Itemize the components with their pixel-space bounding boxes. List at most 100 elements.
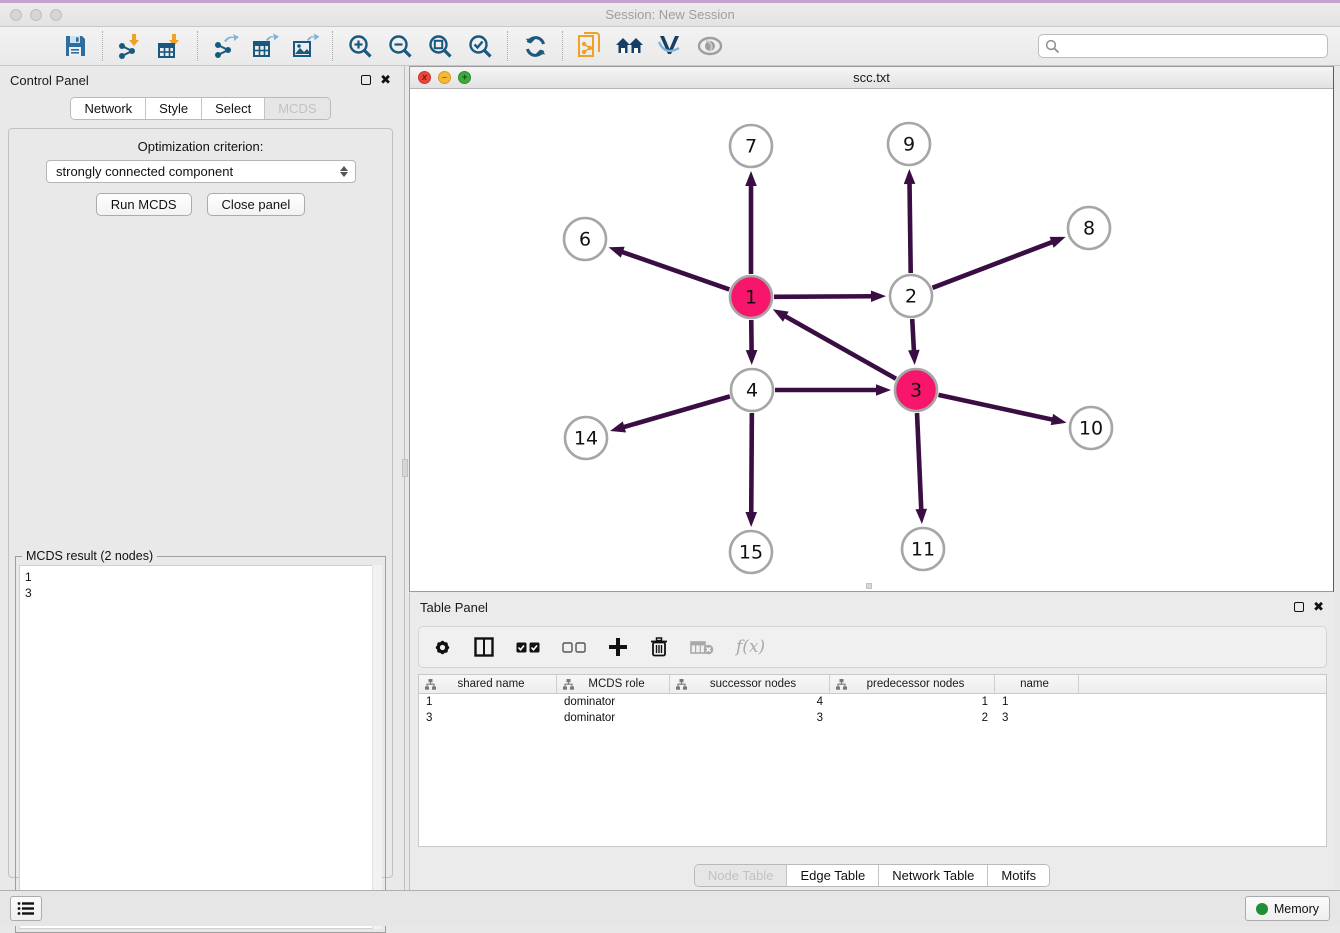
table-panel-title: Table Panel — [420, 600, 488, 615]
edge-arrowhead — [745, 512, 757, 527]
table-row[interactable]: 1dominator411 — [419, 694, 1326, 710]
canvas-resize-handle[interactable] — [866, 583, 872, 589]
edge-2-9[interactable] — [910, 182, 911, 273]
tab-mcds[interactable]: MCDS — [265, 98, 329, 119]
float-panel-icon[interactable] — [361, 75, 371, 85]
import-network-button[interactable] — [113, 30, 147, 62]
select-all-button[interactable] — [516, 642, 540, 653]
node-label-1: 1 — [745, 287, 757, 309]
column-header-MCDS-role[interactable]: MCDS role — [557, 675, 670, 693]
column-header-successor-nodes[interactable]: successor nodes — [670, 675, 830, 693]
edge-1-2[interactable] — [774, 296, 873, 297]
import-network-icon — [117, 33, 143, 59]
edge-4-14[interactable] — [623, 396, 730, 427]
criterion-select[interactable]: strongly connected component — [46, 160, 356, 183]
list-icon — [17, 901, 35, 916]
run-mcds-button[interactable]: Run MCDS — [96, 193, 192, 216]
zoom-out-button[interactable] — [383, 30, 417, 62]
edge-arrowhead — [871, 290, 886, 302]
zoom-in-button[interactable] — [343, 30, 377, 62]
search-input[interactable] — [1038, 34, 1328, 58]
column-label: shared name — [436, 678, 556, 690]
tab-motifs[interactable]: Motifs — [988, 865, 1049, 886]
table-cell[interactable]: 3 — [995, 712, 1079, 724]
close-table-panel-icon[interactable]: ✖ — [1313, 602, 1324, 612]
edge-arrowhead — [746, 350, 758, 365]
divider-handle[interactable] — [402, 459, 408, 477]
apply-layout-button[interactable] — [518, 30, 552, 62]
result-scrollbar[interactable] — [372, 565, 382, 929]
tab-style[interactable]: Style — [146, 98, 202, 119]
memory-label: Memory — [1274, 902, 1319, 916]
close-panel-button[interactable]: Close panel — [207, 193, 306, 216]
network-window-title: scc.txt — [410, 70, 1333, 85]
table-cell[interactable]: 1 — [419, 696, 557, 708]
table-cell[interactable]: 3 — [670, 712, 830, 724]
column-header-shared-name[interactable]: shared name — [419, 675, 557, 693]
tab-edge-table[interactable]: Edge Table — [787, 865, 879, 886]
edge-3-11[interactable] — [917, 413, 921, 511]
deselect-all-button[interactable] — [562, 642, 586, 653]
node-label-14: 14 — [574, 428, 598, 450]
mcds-result-title: MCDS result (2 nodes) — [22, 549, 157, 563]
mcds-result-text[interactable]: 1 3 — [19, 565, 382, 929]
network-document-button[interactable] — [573, 30, 607, 62]
function-builder-button[interactable]: f(x) — [736, 637, 765, 657]
edge-3-10[interactable] — [938, 395, 1053, 420]
edge-2-8[interactable] — [932, 242, 1053, 288]
zoom-in-icon — [348, 34, 373, 59]
table-cell[interactable]: 4 — [670, 696, 830, 708]
network-graph[interactable]: 7968124314101511 — [410, 89, 1333, 591]
hide-graphics-button[interactable] — [693, 30, 727, 62]
delete-table-button[interactable] — [690, 640, 714, 655]
plus-icon — [608, 637, 628, 657]
export-image-button[interactable] — [288, 30, 322, 62]
tab-network-table[interactable]: Network Table — [879, 865, 988, 886]
save-floppy-icon — [63, 34, 87, 58]
tab-select[interactable]: Select — [202, 98, 265, 119]
zoom-fit-button[interactable] — [423, 30, 457, 62]
table-cell[interactable]: 2 — [830, 712, 995, 724]
table-row[interactable]: 3dominator323 — [419, 710, 1326, 726]
table-cell[interactable]: 3 — [419, 712, 557, 724]
column-layout-button[interactable] — [474, 637, 494, 657]
tab-node-table[interactable]: Node Table — [695, 865, 788, 886]
panel-divider[interactable] — [401, 66, 409, 890]
table-settings-button[interactable] — [433, 638, 452, 657]
network-canvas[interactable]: 7968124314101511 — [410, 89, 1333, 591]
hierarchy-icon — [676, 679, 687, 690]
edge-3-1[interactable] — [784, 316, 896, 379]
close-panel-icon[interactable]: ✖ — [380, 75, 391, 85]
open-session-button[interactable] — [18, 30, 52, 62]
edge-arrowhead — [904, 169, 916, 184]
node-table[interactable]: shared nameMCDS rolesuccessor nodesprede… — [418, 674, 1327, 847]
columns-icon — [474, 637, 494, 657]
add-column-button[interactable] — [608, 637, 628, 657]
save-session-button[interactable] — [58, 30, 92, 62]
cyndex-button[interactable] — [653, 30, 687, 62]
float-table-panel-icon[interactable] — [1294, 602, 1304, 612]
column-header-name[interactable]: name — [995, 675, 1079, 693]
delete-column-button[interactable] — [650, 637, 668, 657]
app-title: Session: New Session — [0, 7, 1340, 22]
export-network-button[interactable] — [208, 30, 242, 62]
memory-button[interactable]: Memory — [1245, 896, 1330, 921]
table-cell[interactable]: dominator — [557, 696, 670, 708]
zoom-selected-button[interactable] — [463, 30, 497, 62]
export-table-button[interactable] — [248, 30, 282, 62]
zoom-fit-icon — [428, 34, 453, 59]
table-header-row: shared nameMCDS rolesuccessor nodesprede… — [419, 675, 1326, 694]
node-label-3: 3 — [910, 380, 922, 402]
home-pages-button[interactable] — [613, 30, 647, 62]
show-panels-button[interactable] — [10, 896, 42, 921]
import-table-button[interactable] — [153, 30, 187, 62]
table-cell[interactable]: 1 — [830, 696, 995, 708]
edge-1-6[interactable] — [621, 252, 729, 290]
tab-network[interactable]: Network — [71, 98, 146, 119]
edge-2-3[interactable] — [912, 319, 914, 352]
edge-4-15[interactable] — [751, 413, 752, 514]
edge-arrowhead — [609, 247, 625, 258]
table-cell[interactable]: 1 — [995, 696, 1079, 708]
table-cell[interactable]: dominator — [557, 712, 670, 724]
column-header-predecessor-nodes[interactable]: predecessor nodes — [830, 675, 995, 693]
